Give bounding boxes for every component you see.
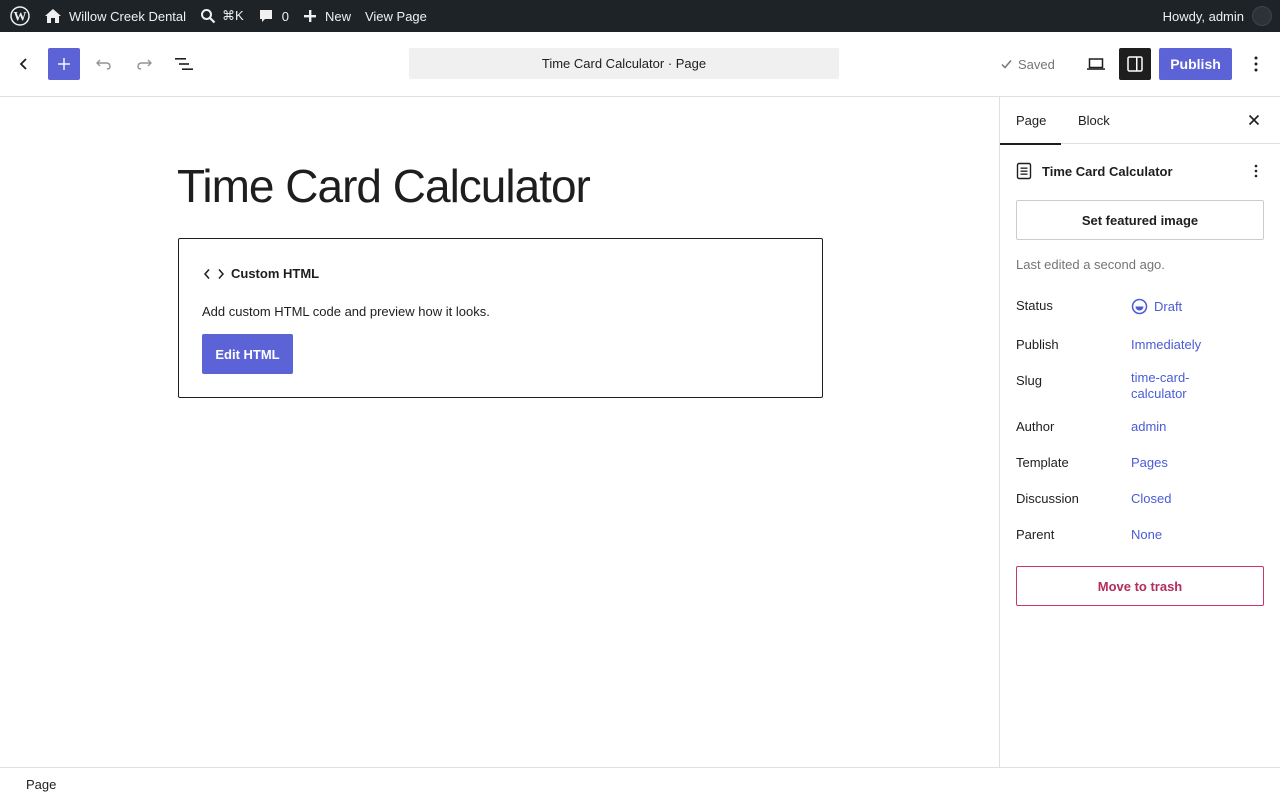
site-name: Willow Creek Dental	[69, 8, 187, 24]
meta-label: Parent	[1016, 527, 1055, 542]
slug-value[interactable]: time-card-calculator	[1131, 370, 1211, 402]
discussion-value[interactable]: Closed	[1131, 491, 1251, 507]
status-value[interactable]: Draft	[1131, 298, 1251, 315]
sidebar-icon	[1127, 56, 1143, 72]
set-featured-image-button[interactable]: Set featured image	[1016, 200, 1264, 240]
block-label: Custom HTML	[203, 266, 319, 281]
new-label: New	[324, 8, 351, 24]
search-icon	[201, 9, 216, 24]
tab-page[interactable]: Page	[999, 97, 1062, 145]
page-title[interactable]: Time Card Calculator	[177, 159, 591, 213]
edit-html-button[interactable]: Edit HTML	[202, 334, 293, 374]
preview-button[interactable]	[1080, 48, 1112, 80]
list-view-icon	[175, 58, 193, 70]
options-menu-button[interactable]	[1240, 48, 1272, 80]
site-name-link[interactable]: Willow Creek Dental	[37, 0, 193, 32]
publish-value[interactable]: Immediately	[1131, 337, 1251, 353]
document-name: Time Card Calculator	[1042, 163, 1173, 179]
saved-state: Saved	[1000, 48, 1055, 80]
view-page-link[interactable]: View Page	[358, 0, 434, 32]
close-icon	[1248, 114, 1260, 126]
more-vertical-icon	[1254, 56, 1258, 72]
meta-label: Publish	[1016, 337, 1059, 352]
status-text: Draft	[1154, 298, 1183, 314]
avatar	[1252, 6, 1272, 26]
redo-button[interactable]	[128, 48, 160, 80]
document-actions-button[interactable]	[1246, 160, 1266, 182]
document-summary: Time Card Calculator	[1016, 160, 1266, 182]
saved-label: Saved	[1018, 56, 1055, 72]
page-icon	[1016, 162, 1032, 180]
document-title-bar[interactable]: Time Card Calculator · Page	[409, 48, 839, 79]
editor-canvas[interactable]: Time Card Calculator Custom HTML Add cus…	[0, 97, 999, 767]
search-shortcut: ⌘K	[222, 8, 244, 23]
comments-count: 0	[281, 8, 289, 24]
sidebar-tabs: Page Block	[999, 97, 1280, 145]
check-icon	[1001, 60, 1012, 69]
undo-icon	[96, 59, 111, 70]
svg-text:W: W	[14, 9, 27, 24]
meta-label: Template	[1016, 455, 1069, 470]
author-value[interactable]: admin	[1131, 419, 1251, 435]
meta-label: Status	[1016, 298, 1053, 313]
block-inserter-button[interactable]	[48, 48, 80, 80]
more-vertical-icon	[1254, 164, 1258, 178]
plus-icon	[58, 58, 70, 70]
view-page-label: View Page	[364, 8, 427, 24]
meta-label: Author	[1016, 419, 1055, 434]
last-edited-text: Last edited a second ago.	[1016, 257, 1165, 272]
move-to-trash-button[interactable]: Move to trash	[1016, 566, 1264, 606]
editor-header: Time Card Calculator · Page Saved Publis…	[0, 32, 1280, 97]
meta-label: Discussion	[1016, 491, 1079, 506]
custom-html-block[interactable]: Custom HTML Add custom HTML code and pre…	[178, 238, 823, 398]
document-title: Time Card Calculator · Page	[541, 56, 707, 71]
document-overview-button[interactable]	[168, 48, 200, 80]
redo-icon	[137, 59, 152, 70]
code-icon	[203, 268, 225, 280]
block-label-text: Custom HTML	[231, 266, 320, 281]
settings-toggle-button[interactable]	[1119, 48, 1151, 80]
block-description: Add custom HTML code and preview how it …	[202, 304, 490, 319]
close-sidebar-button[interactable]	[1240, 106, 1268, 134]
undo-button[interactable]	[88, 48, 120, 80]
account-menu[interactable]: Howdy, admin	[1156, 0, 1272, 32]
back-button[interactable]	[8, 48, 40, 80]
tab-block[interactable]: Block	[1078, 97, 1110, 144]
draft-status-icon	[1131, 298, 1148, 315]
admin-bar: W Willow Creek Dental ⌘K 0 New View Page…	[0, 0, 1280, 32]
howdy-label: Howdy, admin	[1162, 8, 1244, 24]
parent-value[interactable]: None	[1131, 527, 1251, 543]
new-content-link[interactable]: New	[296, 0, 358, 32]
home-icon	[45, 9, 61, 23]
laptop-icon	[1087, 58, 1105, 70]
publish-button[interactable]: Publish	[1159, 48, 1232, 80]
settings-sidebar: Page Block Time Card Calculator Set feat…	[999, 97, 1280, 767]
template-value[interactable]: Pages	[1131, 455, 1251, 471]
plus-icon	[303, 10, 316, 22]
block-breadcrumb-bar: Page	[0, 767, 1280, 800]
comments-link[interactable]: 0	[251, 0, 296, 32]
meta-label: Slug	[1016, 373, 1043, 388]
wordpress-logo-icon[interactable]: W	[3, 0, 37, 32]
breadcrumb-page[interactable]: Page	[26, 777, 56, 792]
command-search-link[interactable]: ⌘K	[193, 0, 251, 32]
comment-bubble-icon	[259, 10, 272, 22]
chevron-left-icon	[19, 58, 27, 70]
